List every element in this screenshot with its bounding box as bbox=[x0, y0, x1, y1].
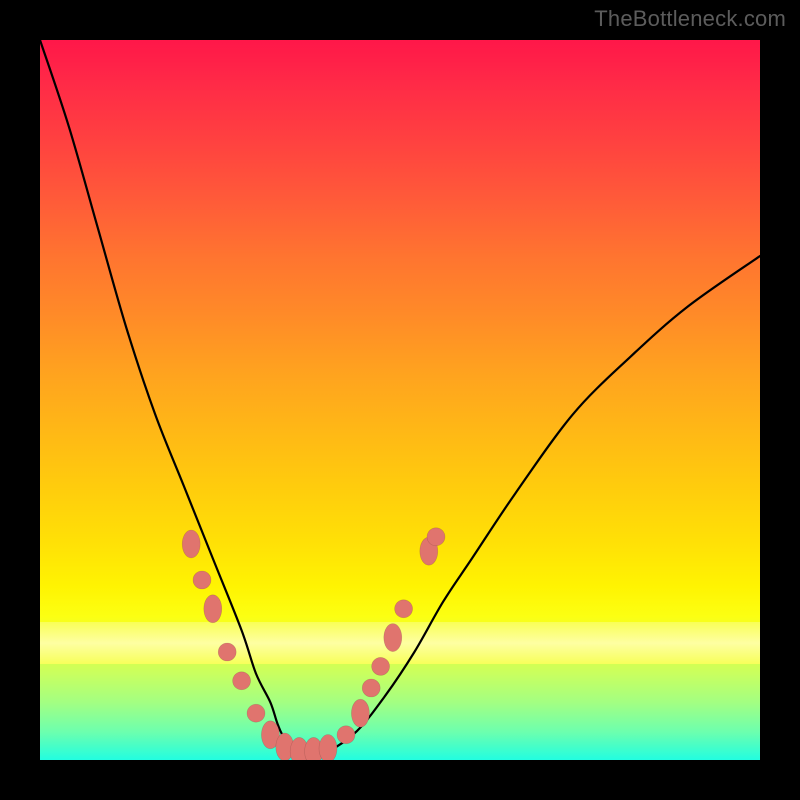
highlight-marker bbox=[218, 643, 236, 661]
highlight-marker bbox=[247, 704, 265, 722]
highlight-marker bbox=[395, 600, 413, 618]
highlight-marker bbox=[233, 672, 251, 690]
marker-group bbox=[182, 528, 445, 760]
chart-svg bbox=[40, 40, 760, 760]
highlight-marker bbox=[427, 528, 445, 546]
highlight-marker bbox=[351, 699, 369, 727]
highlight-marker bbox=[362, 679, 380, 697]
watermark-text: TheBottleneck.com bbox=[594, 6, 786, 32]
highlight-marker bbox=[372, 657, 390, 675]
highlight-marker bbox=[319, 735, 337, 761]
highlight-marker bbox=[204, 595, 222, 623]
highlight-marker bbox=[384, 624, 402, 652]
plot-area bbox=[40, 40, 760, 760]
highlight-marker bbox=[337, 726, 355, 744]
highlight-marker bbox=[193, 571, 211, 589]
highlight-marker bbox=[182, 530, 200, 558]
chart-frame: TheBottleneck.com bbox=[0, 0, 800, 800]
